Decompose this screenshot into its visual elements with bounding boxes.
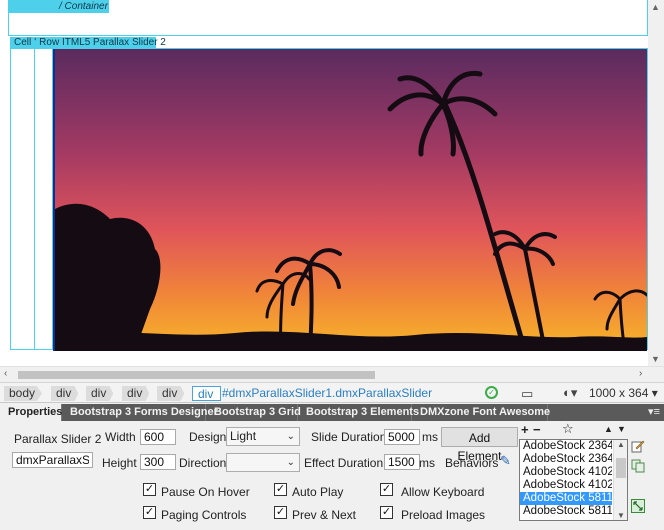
list-item[interactable]: AdobeStock 5811 xyxy=(520,505,612,518)
check-icon[interactable]: ✓ xyxy=(485,386,498,399)
edit-item-icon[interactable] xyxy=(631,439,645,453)
viewport-size-dropdown[interactable]: 1000 x 364 ▾ xyxy=(589,386,658,401)
crumb-div[interactable]: div xyxy=(51,386,79,401)
width-input[interactable] xyxy=(140,429,176,445)
crumb-active-div[interactable]: div xyxy=(192,386,222,401)
move-down-icon[interactable]: ▼ xyxy=(617,424,626,434)
allow-keyboard-checkbox[interactable]: ✓ xyxy=(380,483,393,496)
width-label: Width xyxy=(105,430,136,444)
list-item[interactable]: AdobeStock 4102 xyxy=(520,479,612,492)
pause-on-hover-checkbox[interactable]: ✓ xyxy=(143,483,156,496)
effect-duration-label: Effect Duration xyxy=(304,456,384,470)
tab-bootstrap-grid[interactable]: Bootstrap 3 Grid xyxy=(206,404,301,421)
cell-outline xyxy=(35,49,53,349)
chevron-down-icon: ⌄ xyxy=(286,457,295,468)
resize-item-icon[interactable] xyxy=(631,499,645,513)
row-name-label[interactable]: Row ITML5 Parallax Slider 2 xyxy=(39,37,166,48)
cell-label[interactable]: Cell xyxy=(14,37,31,48)
panel-menu-icon[interactable]: ▾≡ xyxy=(648,405,660,418)
properties-panel: Parallax Slider 2 Width Height Design Li… xyxy=(0,421,664,530)
parallax-slider-image[interactable] xyxy=(55,49,647,351)
crumb-div[interactable]: div xyxy=(86,386,114,401)
tab-properties[interactable]: Properties xyxy=(0,404,62,421)
add-element-button[interactable]: Add Element xyxy=(441,427,518,463)
prev-next-checkbox[interactable]: ✓ xyxy=(274,506,287,519)
crumb-div[interactable]: div xyxy=(157,386,185,401)
height-input[interactable] xyxy=(140,454,176,470)
scroll-up-arrow-icon[interactable]: ▲ xyxy=(617,440,625,449)
list-item[interactable]: AdobeStock 2364 xyxy=(520,453,612,466)
direction-label: Direction xyxy=(179,456,227,470)
scroll-down-arrow-icon[interactable]: ▼ xyxy=(617,511,625,520)
behaviors-label: Behaviors xyxy=(445,456,499,470)
list-item[interactable]: AdobeStock 2364 xyxy=(520,440,612,453)
remove-item-icon[interactable]: − xyxy=(533,422,541,437)
height-label: Height xyxy=(102,456,137,470)
viewport-size-value: 1000 x 364 xyxy=(589,386,649,400)
globe-icon[interactable]: ◐▾ xyxy=(563,385,577,401)
move-up-icon[interactable]: ▲ xyxy=(604,424,613,434)
slide-duration-unit: ms xyxy=(422,430,438,444)
tag-selector-bar: body div div div div div #dmxParallaxSli… xyxy=(0,382,664,403)
preload-images-label: Preload Images xyxy=(401,508,486,522)
star-icon[interactable]: ☆ xyxy=(562,421,574,437)
auto-play-checkbox[interactable]: ✓ xyxy=(274,483,287,496)
component-title: Parallax Slider 2 xyxy=(14,432,102,446)
crumb-body[interactable]: body xyxy=(4,386,43,401)
list-scrollbar[interactable]: ▲ ▼ xyxy=(613,440,627,520)
paging-controls-label: Paging Controls xyxy=(161,508,247,522)
scroll-up-arrow-icon[interactable]: ▲ xyxy=(651,2,660,12)
horizontal-scrollbar[interactable]: ‹ › xyxy=(0,366,664,382)
effect-duration-unit: ms xyxy=(419,456,435,470)
cell-outline xyxy=(12,49,35,349)
scroll-right-arrow-icon[interactable]: › xyxy=(639,368,642,379)
design-select-value: Light xyxy=(230,429,257,443)
crumb-div[interactable]: div xyxy=(122,386,150,401)
add-item-icon[interactable]: + xyxy=(521,422,529,437)
container-label[interactable]: / Container xyxy=(9,0,109,13)
scroll-down-arrow-icon[interactable]: ▼ xyxy=(651,354,660,364)
tab-bootstrap-forms-designer[interactable]: Bootstrap 3 Forms Designer xyxy=(62,404,218,421)
paging-controls-checkbox[interactable]: ✓ xyxy=(143,506,156,519)
prev-next-label: Prev & Next xyxy=(292,508,357,522)
allow-keyboard-label: Allow Keyboard xyxy=(401,485,485,499)
design-label: Design xyxy=(189,430,227,444)
scrollbar-thumb[interactable] xyxy=(18,371,375,379)
scrollbar-thumb[interactable] xyxy=(616,458,626,478)
preload-images-checkbox[interactable]: ✓ xyxy=(380,506,393,519)
effect-duration-input[interactable] xyxy=(384,454,420,470)
pause-on-hover-label: Pause On Hover xyxy=(161,485,250,499)
direction-select[interactable]: ⌄ xyxy=(226,453,300,472)
duplicate-item-icon[interactable] xyxy=(631,459,645,473)
tab-dmxzone-font-awesome[interactable]: DMXzone Font Awesome xyxy=(412,404,550,421)
device-preview-icon[interactable]: ▭ xyxy=(521,386,533,402)
tab-bootstrap-elements[interactable]: Bootstrap 3 Elements xyxy=(298,404,419,421)
id-input[interactable] xyxy=(12,452,93,468)
scroll-left-arrow-icon[interactable]: ‹ xyxy=(4,368,7,379)
auto-play-label: Auto Play xyxy=(292,485,344,499)
behaviors-pen-icon[interactable]: ✎ xyxy=(500,453,511,469)
elements-list[interactable]: AdobeStock 2364 AdobeStock 2364 AdobeSto… xyxy=(519,439,628,521)
vertical-scrollbar[interactable]: ▲ ▼ xyxy=(648,0,664,366)
design-canvas[interactable]: / Container Cell ' Row ITML5 Parallax Slid… xyxy=(0,0,664,366)
design-select[interactable]: Light ⌄ xyxy=(226,427,300,446)
chevron-down-icon: ⌄ xyxy=(286,431,295,442)
slide-duration-input[interactable] xyxy=(384,429,420,445)
list-item-selected[interactable]: AdobeStock 5811 xyxy=(520,492,612,505)
properties-tab-bar: Properties Bootstrap 3 Forms Designer Bo… xyxy=(0,404,664,421)
selected-element-path[interactable]: #dmxParallaxSlider1.dmxParallaxSlider xyxy=(222,386,432,401)
slide-duration-label: Slide Duration xyxy=(311,430,387,444)
list-item[interactable]: AdobeStock 4102 xyxy=(520,466,612,479)
